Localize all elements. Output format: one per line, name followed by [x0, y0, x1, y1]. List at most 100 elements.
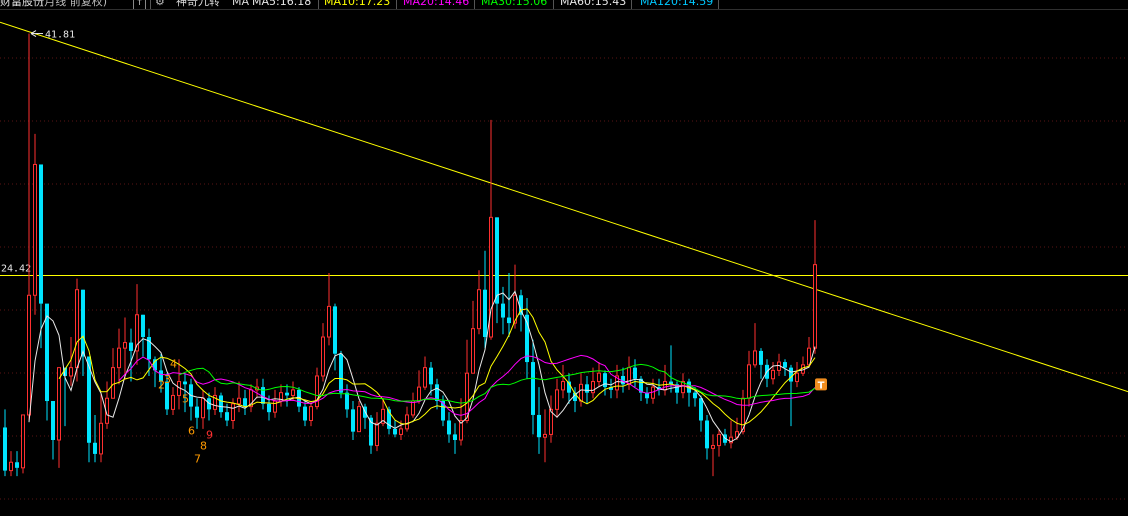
candle-down: [633, 367, 637, 379]
candle-up: [543, 433, 547, 438]
price-level-label: 24.42: [1, 264, 31, 275]
candle-down: [393, 428, 397, 435]
candle-up: [309, 406, 313, 422]
high-marker-label: 41.81: [45, 30, 75, 41]
candle-up: [321, 336, 325, 377]
candle-down: [501, 303, 505, 318]
candle-down: [783, 362, 787, 368]
candle-up: [423, 367, 427, 388]
td-count-label: 8: [200, 440, 207, 453]
candle-down: [603, 373, 607, 388]
grid-lines: [0, 57, 1128, 500]
candle-down: [81, 289, 85, 357]
candle-up: [663, 381, 667, 391]
candle-up: [357, 406, 361, 433]
separator: [553, 0, 554, 9]
candle-down: [699, 398, 703, 421]
candle-up: [417, 386, 421, 402]
candle-down: [531, 362, 535, 415]
candle-up: [477, 289, 481, 330]
candle-up: [21, 414, 25, 469]
candle-up: [327, 305, 331, 338]
candle-down: [483, 289, 487, 338]
candle-up: [75, 289, 79, 369]
candle-up: [399, 428, 403, 435]
candle-up: [99, 422, 103, 455]
ma60-value: MA60:15.43: [560, 0, 627, 8]
candle-down: [345, 392, 349, 410]
candle-up: [579, 383, 583, 402]
candle-up: [171, 394, 175, 410]
td-count-label: 4: [170, 358, 177, 371]
candle-down: [447, 420, 451, 435]
candle-layer: [3, 33, 817, 477]
candle-down: [537, 414, 541, 438]
indicator-name: 神奇九转: [176, 0, 220, 8]
candle-down: [195, 406, 199, 418]
td-count-label: 7: [194, 452, 201, 465]
candle-down: [789, 367, 793, 382]
ma-line-layer: [28, 290, 816, 443]
signal-badge-label: T: [818, 380, 825, 391]
candle-up: [231, 403, 235, 422]
candle-up: [555, 389, 559, 410]
candle-down: [3, 427, 7, 471]
separator: [396, 0, 397, 9]
td-count-label: 3: [164, 373, 171, 386]
separator: [150, 0, 151, 9]
chart-header-bar: 财富股份 (月线 前复权) ↑ ⚙ 神奇九转 MA MA5:16.18 MA10…: [0, 0, 1128, 10]
ma20-value: MA20:14.46: [403, 0, 470, 8]
separator: [474, 0, 475, 9]
ma5-value: MA5:16.18: [252, 0, 312, 8]
candle-down: [141, 314, 145, 338]
candle-up: [111, 367, 115, 399]
candle-down: [225, 412, 229, 421]
candle-up: [813, 264, 817, 349]
candle-down: [705, 420, 709, 449]
candle-down: [429, 367, 433, 385]
period-info: (月线 前复权): [40, 0, 108, 8]
candle-down: [585, 384, 589, 393]
candle-up: [9, 461, 13, 472]
resistance-trendline: [0, 21, 1128, 393]
candlestick-chart[interactable]: 24.42 41.812 3456789T: [0, 0, 1128, 516]
arrow-up-icon[interactable]: ↑: [133, 0, 146, 9]
separator: [631, 0, 632, 9]
candle-down: [93, 442, 97, 454]
candle-up: [627, 367, 631, 385]
td-count-label: 9: [206, 429, 213, 442]
candle-up: [597, 372, 601, 383]
candle-down: [183, 381, 187, 385]
candle-up: [375, 422, 379, 447]
gear-icon[interactable]: ⚙: [155, 0, 165, 8]
separator: [718, 0, 719, 9]
ma10-value: MA10:17.23: [324, 0, 391, 8]
candle-up: [471, 328, 475, 374]
candle-up: [117, 347, 121, 369]
candle-up: [561, 381, 565, 391]
stock-name: 财富股份: [0, 0, 44, 8]
candle-up: [27, 294, 31, 416]
candle-up: [747, 364, 751, 399]
candle-up: [69, 367, 73, 377]
candle-down: [51, 401, 55, 440]
candle-down: [267, 403, 271, 413]
ma5-line: [28, 290, 816, 443]
candle-up: [795, 372, 799, 383]
candle-up: [411, 400, 415, 416]
candle-up: [405, 414, 409, 430]
candle-up: [591, 381, 595, 394]
ma30-value: MA30:15.06: [481, 0, 548, 8]
candle-down: [759, 350, 763, 365]
separator: [318, 0, 319, 9]
candle-up: [291, 389, 295, 396]
candle-up: [711, 445, 715, 449]
td-count-label: 6: [188, 424, 195, 437]
candle-up: [237, 397, 241, 405]
candle-down: [15, 462, 19, 468]
candle-up: [717, 433, 721, 447]
ma-label: MA: [232, 0, 250, 8]
annotation-layer: 41.812 3456789T: [30, 30, 827, 465]
candle-up: [753, 350, 757, 366]
candle-down: [351, 409, 355, 432]
